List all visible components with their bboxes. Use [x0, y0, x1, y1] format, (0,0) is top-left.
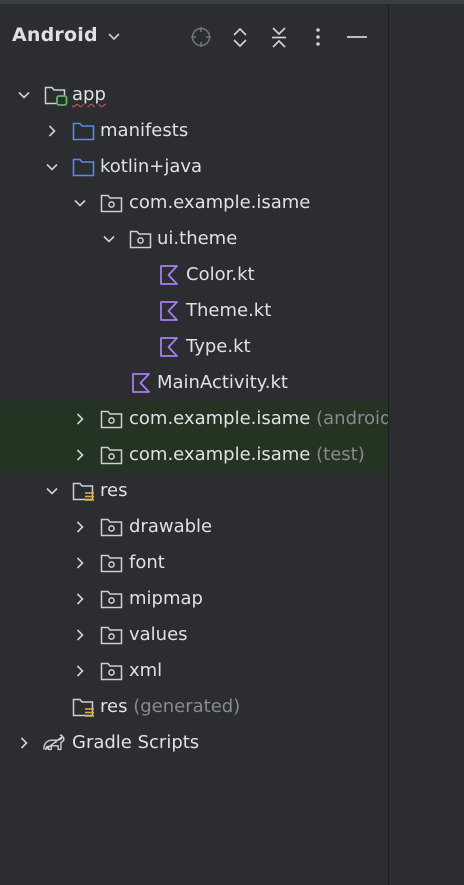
editor-area: [389, 4, 464, 885]
tree-label-font: font: [129, 552, 165, 573]
package-icon: [129, 230, 152, 249]
package-icon: [100, 518, 123, 537]
tree-row-kotlin-java[interactable]: kotlin+java: [0, 149, 388, 185]
source-folder-icon: [72, 158, 95, 177]
tree-row-font[interactable]: font: [0, 545, 388, 581]
tree-label-main-activity: MainActivity.kt: [157, 372, 288, 393]
folder-name: res: [100, 696, 128, 717]
resource-folder-icon: [72, 482, 94, 501]
tree-row-package-test[interactable]: com.example.isame (test): [0, 437, 388, 473]
tree-row-theme-kt[interactable]: Theme.kt: [0, 293, 388, 329]
tree-row-values[interactable]: values: [0, 617, 388, 653]
kotlin-file-icon: [160, 265, 178, 285]
package-icon: [100, 662, 123, 681]
chevron-down-icon[interactable]: [101, 231, 117, 247]
tree-label-res-generated: res (generated): [100, 696, 240, 718]
tree-label-package-test: com.example.isame (test): [129, 444, 365, 466]
tree-label-color-kt: Color.kt: [186, 264, 255, 285]
tree-row-app[interactable]: app: [0, 77, 388, 113]
tree-row-gradle-scripts[interactable]: Gradle Scripts: [0, 725, 388, 761]
package-icon: [100, 410, 123, 429]
package-name: com.example.isame: [129, 408, 311, 429]
kotlin-file-icon: [132, 373, 150, 393]
tree-row-package-main[interactable]: com.example.isame: [0, 185, 388, 221]
tree-label-kotlin-java: kotlin+java: [100, 156, 203, 177]
minimize-icon[interactable]: [344, 24, 370, 50]
package-icon: [100, 194, 123, 213]
tree-label-type-kt: Type.kt: [186, 336, 251, 357]
chevron-down-icon: [108, 33, 120, 41]
chevron-down-icon[interactable]: [16, 87, 32, 103]
chevron-right-icon[interactable]: [72, 627, 88, 643]
tree-row-main-activity[interactable]: MainActivity.kt: [0, 365, 388, 401]
tree-label-app: app: [72, 84, 106, 105]
folder-icon: [72, 122, 95, 141]
package-icon: [100, 446, 123, 465]
source-set-hint: (androidTest): [316, 408, 388, 429]
chevron-right-icon[interactable]: [72, 591, 88, 607]
tree-label-xml: xml: [129, 660, 163, 681]
tree-row-package-android-test[interactable]: com.example.isame (androidTest): [0, 401, 388, 437]
package-icon: [100, 626, 123, 645]
tree-row-mipmap[interactable]: mipmap: [0, 581, 388, 617]
tree-row-res[interactable]: res: [0, 473, 388, 509]
tree-label-package-android-test: com.example.isame (androidTest): [129, 408, 388, 430]
chevron-down-icon[interactable]: [44, 159, 60, 175]
project-tool-window: Android app manifests kotlin+java com.ex…: [0, 4, 388, 885]
project-panel-header: Android: [0, 18, 388, 58]
tree-row-drawable[interactable]: drawable: [0, 509, 388, 545]
chevron-right-icon[interactable]: [72, 519, 88, 535]
project-tree: app manifests kotlin+java com.example.is…: [0, 77, 388, 761]
chevron-right-icon[interactable]: [72, 411, 88, 427]
crosshair-icon[interactable]: [188, 24, 214, 50]
tree-label-values: values: [129, 624, 188, 645]
tree-label-package-main: com.example.isame: [129, 192, 311, 213]
package-icon: [100, 590, 123, 609]
view-selector-label: Android: [12, 24, 98, 46]
kotlin-file-icon: [160, 301, 178, 321]
tree-label-gradle-scripts: Gradle Scripts: [72, 732, 200, 753]
chevron-down-icon[interactable]: [44, 483, 60, 499]
resource-folder-icon: [72, 698, 94, 717]
chevron-right-icon[interactable]: [72, 555, 88, 571]
kotlin-file-icon: [160, 337, 178, 357]
tree-row-manifests[interactable]: manifests: [0, 113, 388, 149]
chevron-right-icon[interactable]: [72, 663, 88, 679]
tree-label-ui-theme: ui.theme: [157, 228, 238, 249]
tree-row-color-kt[interactable]: Color.kt: [0, 257, 388, 293]
module-folder-icon: [44, 86, 68, 106]
generated-hint: (generated): [133, 696, 241, 717]
gradle-elephant-icon: [43, 734, 65, 751]
chevron-right-icon[interactable]: [44, 123, 60, 139]
tree-label-mipmap: mipmap: [129, 588, 203, 609]
chevron-right-icon[interactable]: [72, 447, 88, 463]
view-selector-dropdown[interactable]: Android: [12, 24, 122, 46]
tree-row-type-kt[interactable]: Type.kt: [0, 329, 388, 365]
tree-label: app: [72, 84, 106, 106]
tree-label-manifests: manifests: [100, 120, 189, 141]
chevron-down-icon[interactable]: [72, 195, 88, 211]
package-icon: [100, 554, 123, 573]
tree-row-ui-theme[interactable]: ui.theme: [0, 221, 388, 257]
package-name: com.example.isame: [129, 444, 311, 465]
tree-label-res: res: [100, 480, 128, 501]
tree-label-drawable: drawable: [129, 516, 213, 537]
tree-row-res-generated[interactable]: res (generated): [0, 689, 388, 725]
collapse-all-icon[interactable]: [266, 24, 292, 50]
expand-all-icon[interactable]: [227, 24, 253, 50]
tree-label-theme-kt: Theme.kt: [186, 300, 272, 321]
tree-row-xml[interactable]: xml: [0, 653, 388, 689]
chevron-right-icon[interactable]: [16, 735, 32, 751]
source-set-hint: (test): [316, 444, 365, 465]
more-icon[interactable]: [305, 24, 331, 50]
